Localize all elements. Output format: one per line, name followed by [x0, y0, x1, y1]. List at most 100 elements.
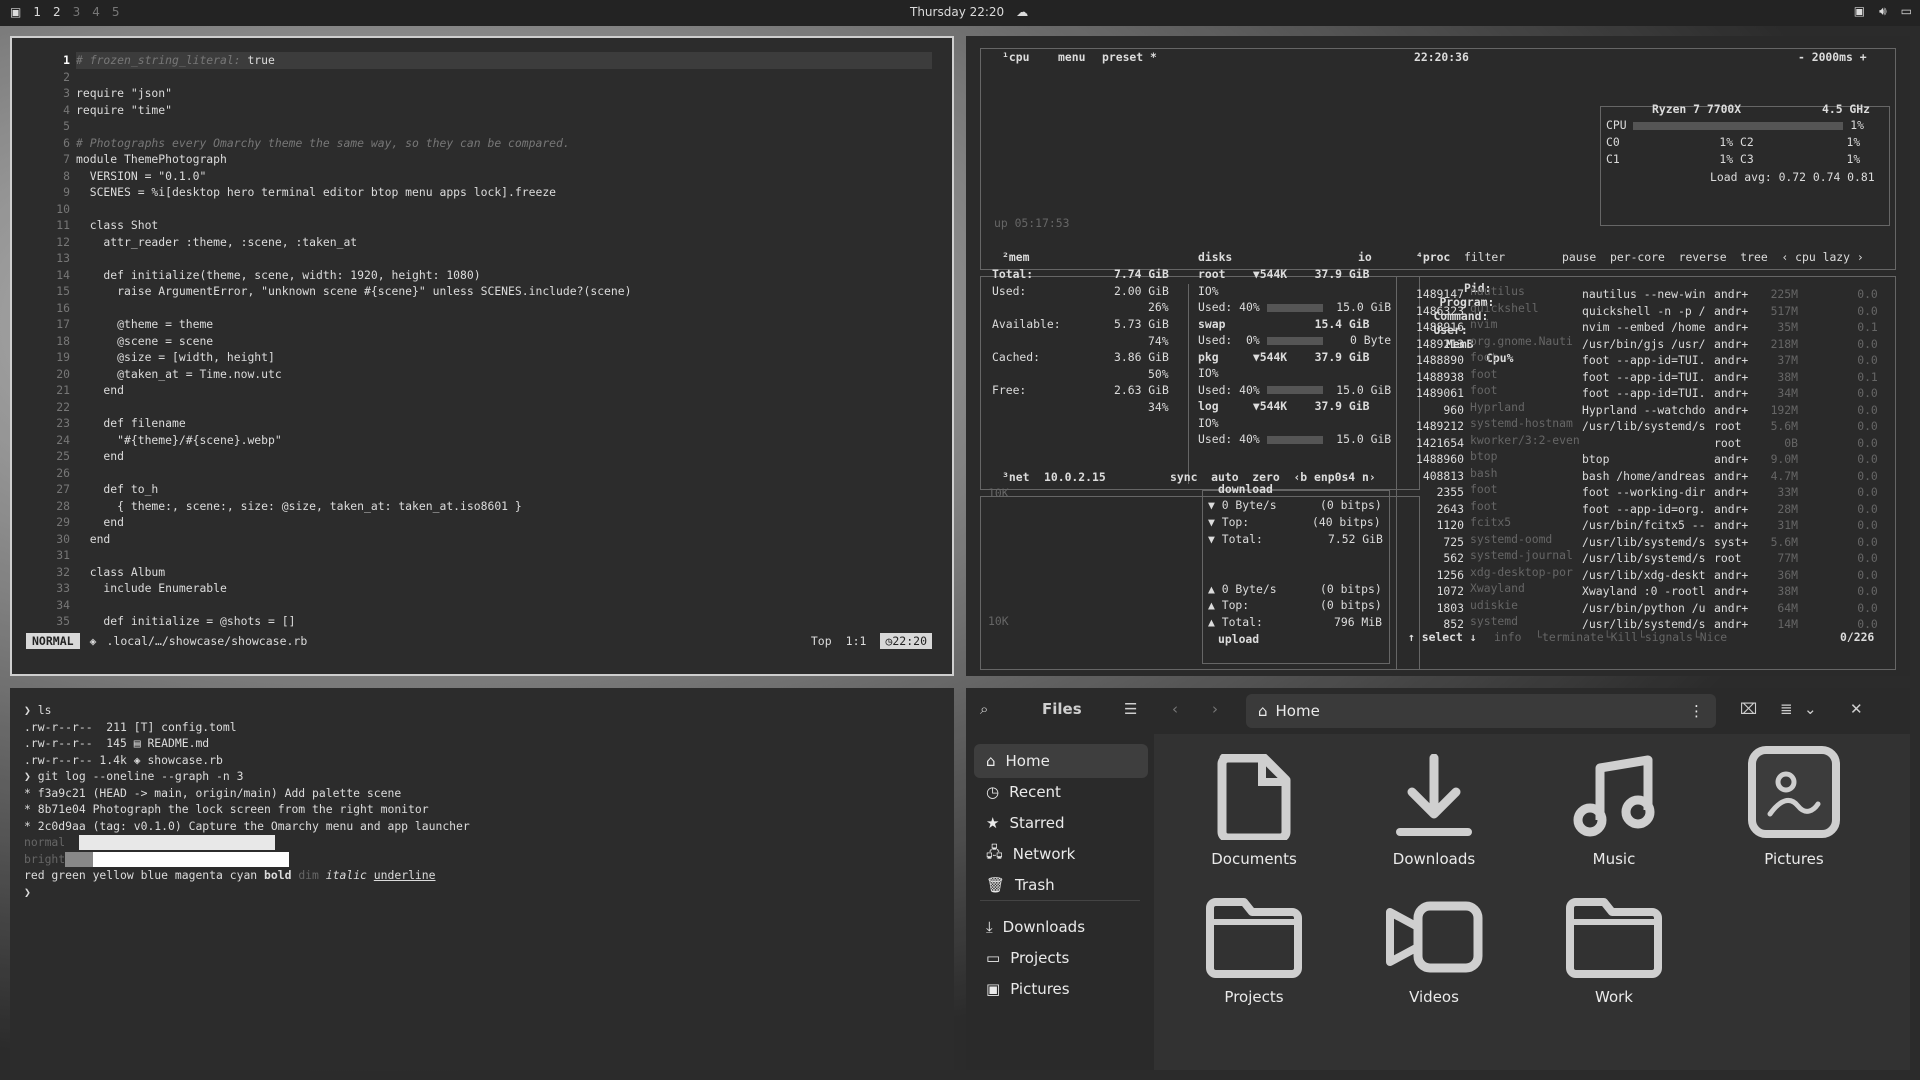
code-line[interactable]: end [76, 531, 932, 548]
code-line[interactable]: # Photographs every Omarchy theme the sa… [76, 135, 932, 152]
workspace-3[interactable]: 3 [73, 5, 81, 19]
proc-options[interactable]: pause per-core reverse tree ‹ cpu lazy › [1562, 250, 1864, 264]
process-row[interactable]: 408813 bash bash /home/andreas andr+ 4.7M ⠀⠀… [1406, 466, 1878, 483]
process-row[interactable]: 960 Hyprland Hyprland --watchdo andr+ 192M ⠀… [1406, 400, 1877, 417]
terminal-window[interactable]: ❯ ls .rw-r--r-- 211 [T] config.toml .rw-r-… [10, 688, 954, 1070]
code-line[interactable] [76, 118, 932, 135]
code-line[interactable]: def to_h [76, 481, 932, 498]
files-window[interactable]: ⌕ Files ☰ ‹ › ⌂ Home ⋮ ⌧ ≣ ⌄ ✕ ⌂ Home ◷ Rece… [966, 688, 1910, 1070]
process-row[interactable]: 1421654 kworker/3:2-even root 0B ⠀⠀⠀⠀⠀ 0.0 [1406, 433, 1878, 450]
code-line[interactable]: raise ArgumentError, "unknown scene #{sc… [76, 283, 932, 300]
code-line[interactable]: @theme = theme [76, 316, 932, 333]
code-line[interactable]: "#{theme}/#{scene}.webp" [76, 432, 932, 449]
file-item-downloads[interactable]: Downloads [1364, 750, 1504, 868]
code-line[interactable]: class Shot [76, 217, 932, 234]
code-line[interactable]: require "json" [76, 85, 932, 102]
file-item-videos[interactable]: Videos [1364, 888, 1504, 1006]
search-icon[interactable]: ⌕ [980, 700, 988, 718]
code-line[interactable]: { theme:, scene:, size: @size, taken_at:… [76, 498, 932, 515]
io-toggle[interactable]: io [1358, 250, 1372, 264]
clock[interactable]: Thursday 22:20 [910, 5, 1004, 19]
sidebar-item-downloads[interactable]: ⤓ Downloads [974, 910, 1148, 944]
process-row[interactable]: 1120 fcitx5/usr/bin/fcitx5 -- andr+ 31M ⠀⠀⠀… [1406, 515, 1878, 532]
workspace-5[interactable]: 5 [112, 5, 120, 19]
code-line[interactable]: SCENES = %i[desktop hero terminal editor… [76, 184, 932, 201]
file-item-documents[interactable]: Documents [1184, 750, 1324, 868]
file-item-projects[interactable]: Projects [1184, 888, 1324, 1006]
code-line[interactable] [76, 250, 932, 267]
code-line[interactable] [76, 201, 932, 218]
code-line[interactable] [76, 597, 932, 614]
sidebar-item-projects[interactable]: ▭ Projects [974, 941, 1148, 975]
code-line[interactable]: include Enumerable [76, 580, 932, 597]
code-line[interactable]: end [76, 448, 932, 465]
code-line[interactable]: @scene = scene [76, 333, 932, 350]
net-label[interactable]: ³net [1002, 470, 1029, 484]
process-row[interactable]: 1072 Xwayland Xwayland :0 -rootl andr+ 38M ⠀… [1406, 581, 1878, 598]
code-buffer[interactable]: # frozen_string_literal: true require "js… [76, 52, 932, 630]
forward-icon[interactable]: › [1212, 700, 1218, 718]
omarchy-menu-icon[interactable]: ▣ [10, 5, 21, 19]
more-options-icon[interactable]: ⋮ [1689, 702, 1704, 720]
chevron-down-icon[interactable]: ⌄ [1804, 700, 1817, 718]
proc-actions[interactable]: info └terminate└Kill└signals└Nice [1494, 630, 1727, 644]
process-row[interactable]: 562 systemd-journal/usr/lib/systemd/s root… [1406, 548, 1877, 565]
close-icon[interactable]: ✕ [1850, 700, 1863, 718]
screen-icon[interactable]: ▣ [1854, 4, 1865, 19]
process-row[interactable]: 1489213 org.gnome.Nauti/usr/bin/gjs /usr/… [1406, 334, 1878, 351]
process-row[interactable]: 1488890 foot foot --app-id=TUI. andr+ 37M ⠀⠀… [1406, 350, 1878, 367]
code-line[interactable] [76, 399, 932, 416]
file-item-work[interactable]: Work [1544, 888, 1684, 1006]
process-row[interactable]: 852 systemd/usr/lib/systemd/s andr+ 14M ⠀⠀⠀… [1406, 614, 1877, 631]
mem-label[interactable]: ²mem [1002, 250, 1029, 264]
code-line[interactable]: def initialize(theme, scene, width: 1920… [76, 267, 932, 284]
interval-control[interactable]: - 2000ms + [1798, 50, 1867, 64]
code-line[interactable]: @taken_at = Time.now.utc [76, 366, 932, 383]
file-item-pictures[interactable]: Pictures [1724, 746, 1864, 868]
process-row[interactable]: 1488960 btop btop andr+ 9.0M ⠀⠀⠀⠀⠀ 0.0 [1406, 449, 1878, 466]
new-folder-icon[interactable]: ⌧ [1740, 700, 1757, 718]
process-row[interactable]: 1256 xdg-desktop-por/usr/lib/xdg-deskt and… [1406, 565, 1878, 582]
preset-button[interactable]: preset * [1102, 50, 1157, 64]
sidebar-item-home[interactable]: ⌂ Home [974, 744, 1148, 778]
location-bar[interactable]: ⌂ Home ⋮ [1246, 694, 1716, 728]
weather-cloud-icon[interactable]: ☁ [1016, 5, 1028, 19]
process-row[interactable]: 1486323 quickshell quickshell -n -p / andr+… [1406, 301, 1878, 318]
menu-button[interactable]: menu [1058, 50, 1085, 64]
process-row[interactable]: 725 systemd-oomd/usr/lib/systemd/s syst+ 5.… [1406, 532, 1877, 549]
process-row[interactable]: 1488938 foot foot --app-id=TUI. andr+ 38M ⠀⠀… [1406, 367, 1878, 384]
code-line[interactable]: @size = [width, height] [76, 349, 932, 366]
workspace-1[interactable]: 1 [33, 5, 41, 19]
code-line[interactable]: VERSION = "0.1.0" [76, 168, 932, 185]
view-list-icon[interactable]: ≣ [1780, 700, 1793, 718]
process-row[interactable]: 1489212 systemd-hostnam/usr/lib/systemd/s… [1406, 416, 1878, 433]
cpu-label[interactable]: ¹cpu [1002, 50, 1029, 64]
process-row[interactable]: 2643 foot foot --app-id=org. andr+ 28M ⠀⠀⠀⠀⠀… [1406, 499, 1878, 516]
back-icon[interactable]: ‹ [1172, 700, 1178, 718]
sidebar-item-network[interactable]: 🖧 Network [974, 837, 1148, 871]
code-line[interactable] [76, 547, 932, 564]
btop-window[interactable]: ¹cpu menu preset * 22:20:36 - 2000ms + u… [966, 36, 1910, 676]
code-line[interactable]: def filename [76, 415, 932, 432]
sidebar-item-recent[interactable]: ◷ Recent [974, 775, 1148, 809]
monitor-icon[interactable]: ▭ [1901, 4, 1912, 19]
proc-filter[interactable]: filter [1464, 250, 1505, 264]
workspace-2[interactable]: 2 [53, 5, 61, 19]
code-line[interactable]: require "time" [76, 102, 932, 119]
disks-label[interactable]: disks [1198, 250, 1232, 264]
process-row[interactable]: 1489147 nautilus nautilus --new-win andr+ 22… [1406, 284, 1878, 301]
code-line[interactable] [76, 300, 932, 317]
hamburger-menu-icon[interactable]: ☰ [1124, 700, 1137, 718]
terminal-prompt[interactable]: ❯ [24, 884, 470, 901]
proc-label[interactable]: ⁴proc [1416, 250, 1450, 264]
process-row[interactable]: 2355 foot foot --working-dir andr+ 33M ⠀⠀⠀⠀⠀… [1406, 482, 1878, 499]
workspace-4[interactable]: 4 [92, 5, 100, 19]
code-line[interactable]: end [76, 514, 932, 531]
volume-icon[interactable]: 🔊︎ [1879, 4, 1887, 19]
terminal-output[interactable]: ❯ ls .rw-r--r-- 211 [T] config.toml .rw-r-… [24, 702, 470, 900]
select-control[interactable]: ↑ select ↓ [1408, 630, 1477, 644]
code-line[interactable] [76, 465, 932, 482]
sidebar-item-pictures[interactable]: ▣ Pictures [974, 972, 1148, 1006]
file-item-music[interactable]: Music [1544, 750, 1684, 868]
code-line[interactable]: attr_reader :theme, :scene, :taken_at [76, 234, 932, 251]
